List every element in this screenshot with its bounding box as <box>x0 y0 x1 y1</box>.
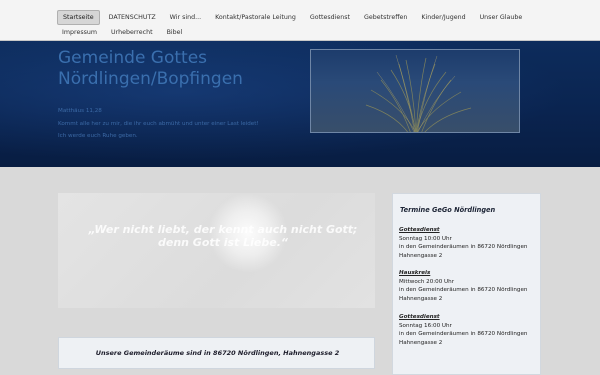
event-title: Hauskreis <box>399 270 431 276</box>
event-place: in den Gemeinderäumen in 86720 Nördlinge… <box>399 244 528 251</box>
sidebar-title: Termine GeGo Nördlingen <box>400 206 496 214</box>
nav-item-kontakt[interactable]: Kontakt/Pastorale Leitung <box>210 11 301 24</box>
nav-item-gottesdienst[interactable]: Gottesdienst <box>305 11 355 24</box>
nav-item-unser-glaube[interactable]: Unser Glaube <box>475 11 528 24</box>
event-street: Hahnengasse 2 <box>399 295 443 302</box>
nav-item-gebetstreffen[interactable]: Gebetstreffen <box>359 11 412 24</box>
nav-row-1: Startseite DATENSCHUTZ Wir sind... Konta… <box>57 10 531 25</box>
nav-item-startseite[interactable]: Startseite <box>57 10 100 25</box>
nav-item-datenschutz[interactable]: DATENSCHUTZ <box>104 11 161 24</box>
event-time: Sonntag 16:00 Uhr <box>399 322 452 329</box>
event-time: Sonntag 10:00 Uhr <box>399 235 452 242</box>
address-note: Unsere Gemeinderäume sind in 86720 Nördl… <box>95 349 340 357</box>
nav-item-impressum[interactable]: Impressum <box>57 26 102 39</box>
event-time: Mittwoch 20:00 Uhr <box>399 278 455 285</box>
address-box: Unsere Gemeinderäume sind in 86720 Nördl… <box>58 337 375 369</box>
verse-text-2: Ich werde euch Ruhe geben. <box>58 133 138 139</box>
header-banner: Gemeinde Gottes Nördlingen/Bopfingen Mat… <box>0 41 600 167</box>
site-title-line-2: Nördlingen/Bopfingen <box>58 69 243 89</box>
event-title: Gottesdienst <box>399 314 440 320</box>
event-title: Gottesdienst <box>399 227 440 233</box>
verse-reference: Matthäus 11,28 <box>58 108 102 114</box>
sidebar-termine: Termine GeGo Nördlingen Gottesdienst Son… <box>392 193 541 375</box>
verse-text-1: Kommt alle her zu mir, die ihr euch abmü… <box>58 121 259 127</box>
event-place: in den Gemeinderäumen in 86720 Nördlinge… <box>399 287 528 294</box>
event-street: Hahnengasse 2 <box>399 339 443 346</box>
event-item: Hauskreis Mittwoch 20:00 Uhr in den Geme… <box>399 269 539 303</box>
quote-image: „Wer nicht liebt, der kennt auch nicht G… <box>58 193 375 308</box>
nav-item-bibel[interactable]: Bibel <box>162 26 188 39</box>
nav-item-wir-sind[interactable]: Wir sind... <box>165 11 206 24</box>
event-place: in den Gemeinderäumen in 86720 Nördlinge… <box>399 331 528 338</box>
event-street: Hahnengasse 2 <box>399 252 443 259</box>
event-item: Gottesdienst Sonntag 16:00 Uhr in den Ge… <box>399 313 539 347</box>
nav-row-2: Impressum Urheberrecht Bibel <box>57 26 191 39</box>
grass-illustration <box>365 54 472 132</box>
nav-item-kinder-jugend[interactable]: Kinder/Jugend <box>416 11 470 24</box>
site-title[interactable]: Gemeinde Gottes Nördlingen/Bopfingen <box>58 48 298 90</box>
header-photo-grass <box>310 49 520 133</box>
nav-item-urheberrecht[interactable]: Urheberrecht <box>106 26 158 39</box>
top-navigation: Startseite DATENSCHUTZ Wir sind... Konta… <box>0 0 600 41</box>
event-item: Gottesdienst Sonntag 10:00 Uhr in den Ge… <box>399 226 539 260</box>
site-title-line-1: Gemeinde Gottes <box>58 48 208 68</box>
bible-quote: „Wer nicht liebt, der kennt auch nicht G… <box>88 223 358 249</box>
